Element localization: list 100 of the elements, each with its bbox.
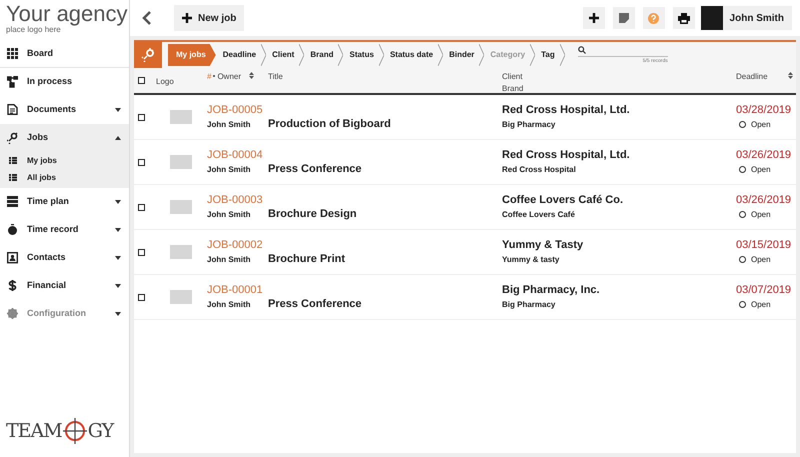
grid-icon: [7, 48, 18, 60]
crosshair-icon: [62, 416, 88, 445]
job-title: Brochure Design: [268, 208, 357, 220]
filter-tab[interactable]: My jobs: [168, 44, 216, 66]
chevron-divider-icon: [378, 44, 384, 66]
back-chevron-icon[interactable]: [142, 11, 152, 25]
owner-name: John Smith: [207, 208, 252, 220]
logo-hint: place logo here: [6, 25, 61, 34]
chevron-divider-icon: [530, 44, 536, 66]
document-icon: [7, 104, 18, 116]
client-name: Coffee Lovers Café Co.: [502, 194, 624, 206]
add-button[interactable]: [582, 7, 605, 29]
row-checkbox[interactable]: [138, 204, 145, 210]
deadline-date: 03/26/2019: [736, 148, 792, 162]
stacked-bars-icon: [7, 196, 18, 208]
row-checkbox[interactable]: [138, 158, 145, 166]
agency-logo-text: Your agency: [6, 3, 129, 25]
logo-text: GY: [88, 418, 114, 444]
owner-name: John Smith: [207, 118, 252, 130]
settings-icon: [7, 308, 18, 320]
stopwatch-icon: [7, 224, 18, 236]
column-header: Title: [268, 71, 284, 83]
search-icon: [578, 46, 586, 54]
flowchart-icon: [7, 76, 18, 88]
list-icon: [9, 174, 17, 181]
chevron-divider-icon: [479, 44, 484, 66]
note-icon: [618, 13, 629, 23]
print-button[interactable]: [672, 7, 695, 29]
column-header: Logo: [155, 76, 175, 88]
plus-icon: [588, 13, 599, 23]
avatar-photo-placeholder: [700, 6, 723, 30]
sidebar-item[interactable]: Jobs: [0, 124, 129, 152]
plus-icon: [182, 13, 192, 23]
client-name: Red Cross Hospital, Ltd.: [502, 104, 631, 116]
column-header: Owner: [217, 71, 242, 83]
logo-placeholder: [170, 110, 192, 124]
row-checkbox[interactable]: [138, 294, 145, 300]
chevron-divider-icon: [560, 44, 565, 66]
client-name: Yummy & Tasty: [502, 238, 584, 252]
help-icon: [648, 12, 660, 24]
brand-name: Red Cross Hospital: [502, 164, 577, 176]
new-job-button[interactable]: New job: [174, 5, 244, 31]
client-name: Red Cross Hospital, Ltd.: [502, 148, 631, 162]
client-name: Big Pharmacy, Inc.: [502, 284, 601, 296]
brand-name: Big Pharmacy: [502, 118, 556, 130]
status-label: Open: [751, 164, 771, 176]
filter-tab[interactable]: Deadline: [218, 44, 262, 66]
filter-tab[interactable]: Brand: [305, 44, 338, 66]
brand-name: Big Pharmacy: [502, 298, 556, 310]
dollar-icon: [7, 280, 18, 292]
chevron-divider-icon: [338, 44, 344, 66]
select-all-checkbox[interactable]: [138, 77, 145, 84]
list-icon: [9, 157, 17, 164]
deadline-date: 03/26/2019: [736, 194, 792, 206]
job-title: Brochure Print: [268, 253, 346, 265]
logo-placeholder: [170, 200, 192, 214]
owner-name: John Smith: [207, 164, 252, 176]
contact-card-icon: [7, 252, 18, 264]
filter-tab[interactable]: Client: [267, 44, 300, 66]
logo-text: TEAM: [6, 418, 62, 444]
filter-tab[interactable]: Status: [344, 44, 379, 66]
sort-icon[interactable]: [249, 72, 254, 79]
sidebar-subitem[interactable]: My jobs: [0, 152, 129, 169]
column-header: Deadline: [736, 71, 769, 83]
deadline-date: 03/07/2019: [736, 284, 792, 296]
logo-placeholder: [170, 155, 192, 169]
deadline-date: 03/15/2019: [736, 238, 792, 252]
filter-tab[interactable]: Status date: [384, 44, 438, 66]
sidebar-subitem[interactable]: All jobs: [0, 169, 129, 186]
brand-name: Coffee Lovers Café: [502, 208, 576, 220]
column-header: #: [207, 71, 212, 83]
row-checkbox[interactable]: [138, 114, 145, 120]
deadline-date: 03/28/2019: [736, 104, 792, 116]
column-header: Client: [502, 71, 524, 83]
column-header: Brand: [502, 83, 524, 95]
chevron-divider-icon: [261, 44, 266, 66]
row-checkbox[interactable]: [138, 248, 145, 256]
job-title: Press Conference: [268, 298, 362, 310]
owner-name: John Smith: [207, 254, 252, 266]
status-label: Open: [751, 254, 771, 266]
user-menu-button[interactable]: John Smith: [700, 6, 792, 30]
owner-name: John Smith: [207, 298, 252, 310]
logo-placeholder: [170, 290, 192, 304]
status-label: Open: [751, 208, 771, 220]
brand-name: Yummy & tasty: [502, 254, 560, 266]
note-button[interactable]: [612, 7, 635, 29]
job-title: Press Conference: [268, 163, 362, 175]
status-label: Open: [751, 298, 771, 310]
chevron-divider-icon: [299, 44, 304, 66]
cog-spark-icon: [7, 132, 18, 144]
job-title: Production of Bigboard: [268, 118, 391, 130]
logo-placeholder: [170, 245, 192, 259]
filter-tab[interactable]: Binder: [444, 44, 480, 66]
chevron-divider-icon: [438, 44, 444, 66]
filter-tab[interactable]: Tag: [536, 44, 560, 66]
printer-icon: [678, 12, 690, 24]
cog-spark-icon: [141, 48, 155, 62]
search-field[interactable]: [578, 44, 668, 58]
status-label: Open: [751, 118, 771, 130]
sort-icon[interactable]: [788, 72, 793, 79]
